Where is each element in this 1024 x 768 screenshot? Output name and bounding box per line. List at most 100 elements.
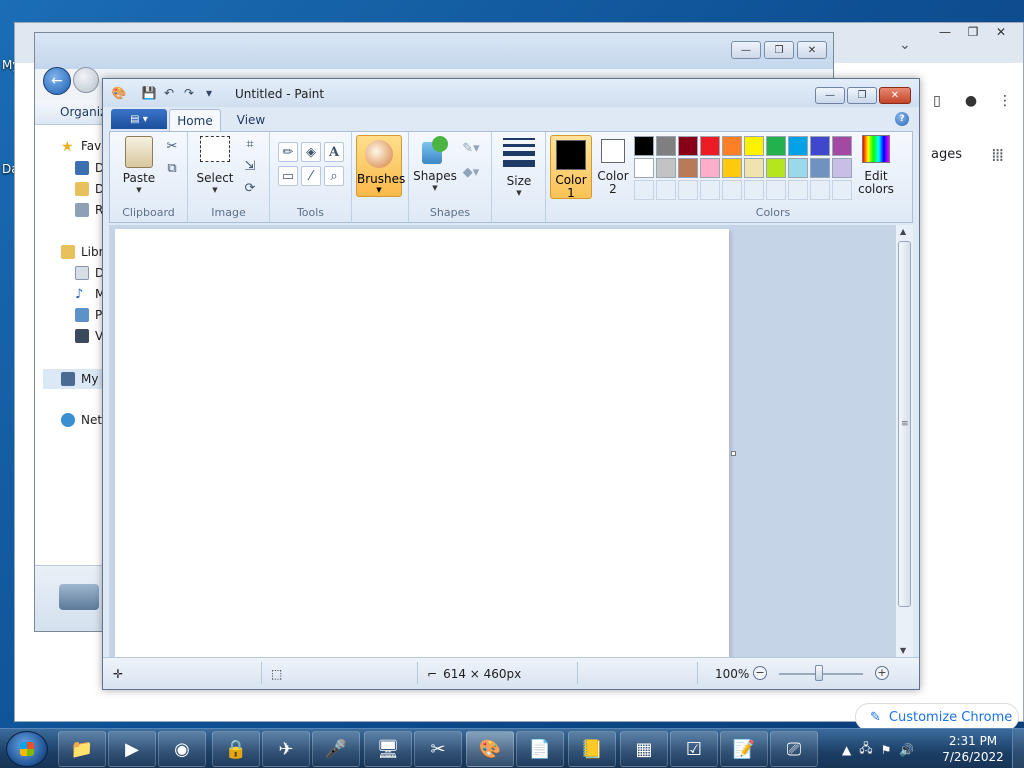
fill-icon[interactable]: ◈: [301, 142, 321, 162]
drawing-canvas[interactable]: [115, 229, 729, 657]
palette-swatch[interactable]: [656, 158, 676, 178]
palette-swatch[interactable]: [832, 158, 852, 178]
snipping-tool-taskbar-icon[interactable]: ✂: [414, 731, 462, 767]
palette-swatch[interactable]: [744, 136, 764, 156]
palette-swatch[interactable]: [700, 136, 720, 156]
palette-swatch-empty[interactable]: [634, 180, 654, 200]
text-icon[interactable]: A: [324, 142, 344, 162]
palette-swatch[interactable]: [788, 136, 808, 156]
send-taskbar-icon[interactable]: ✈: [262, 731, 310, 767]
tab-home[interactable]: Home: [169, 109, 221, 131]
media-player-taskbar-icon[interactable]: ▶: [108, 731, 156, 767]
size-button[interactable]: Size ▼: [498, 138, 540, 197]
palette-swatch-empty[interactable]: [832, 180, 852, 200]
zoom-slider-thumb[interactable]: [815, 665, 823, 681]
cut-icon[interactable]: ✂: [162, 136, 182, 156]
forward-button[interactable]: [73, 67, 99, 93]
explorer-close-button[interactable]: ✕: [797, 41, 827, 59]
profile-icon[interactable]: ●: [961, 91, 981, 111]
palette-swatch[interactable]: [634, 158, 654, 178]
palette-swatch[interactable]: [832, 136, 852, 156]
chrome-close-button[interactable]: ✕: [987, 23, 1015, 41]
undo-icon[interactable]: ↶: [161, 85, 177, 101]
sidepanel-icon[interactable]: ▯: [927, 91, 947, 111]
paint-app-icon[interactable]: 🎨: [111, 85, 127, 101]
palette-swatch[interactable]: [678, 136, 698, 156]
scroll-up-icon[interactable]: ▲: [900, 227, 906, 236]
explorer-maximize-button[interactable]: ❐: [764, 41, 794, 59]
task-manager-taskbar-icon[interactable]: ☑: [670, 731, 718, 767]
edit-colors-button[interactable]: Edit colors: [854, 135, 898, 196]
volume-icon[interactable]: 🔊: [899, 743, 914, 757]
palette-swatch-empty[interactable]: [678, 180, 698, 200]
brushes-button[interactable]: Brushes ▼: [356, 135, 405, 197]
rotate-icon[interactable]: ⟳: [240, 178, 260, 198]
customize-chrome-button[interactable]: ✎ Customize Chrome: [855, 703, 1019, 731]
organize-button[interactable]: Organiz: [60, 105, 106, 119]
remote-desktop-taskbar-icon[interactable]: 🖥: [364, 731, 412, 767]
vertical-scrollbar[interactable]: ▲ ≡ ▼: [895, 225, 913, 657]
help-icon[interactable]: ?: [895, 112, 909, 126]
redo-icon[interactable]: ↷: [181, 85, 197, 101]
eraser-icon[interactable]: ▭: [278, 166, 298, 186]
palette-swatch[interactable]: [700, 158, 720, 178]
back-button[interactable]: ←: [43, 67, 71, 95]
paint-menu-button[interactable]: ▤ ▾: [111, 109, 167, 129]
color2-button[interactable]: Color 2: [594, 135, 632, 196]
palette-swatch-empty[interactable]: [722, 180, 742, 200]
sidebar-item-recent[interactable]: R: [75, 203, 103, 217]
palette-swatch[interactable]: [788, 158, 808, 178]
paste-button[interactable]: Paste ▼: [118, 136, 160, 194]
select-button[interactable]: Select ▼: [194, 136, 236, 194]
explorer-minimize-button[interactable]: —: [731, 41, 761, 59]
palette-swatch[interactable]: [722, 136, 742, 156]
sidebar-item-documents[interactable]: D: [75, 266, 104, 280]
tab-view[interactable]: View: [227, 109, 275, 131]
projector-taskbar-icon[interactable]: ⎚: [770, 731, 818, 767]
paint-taskbar-icon[interactable]: 🎨: [466, 731, 514, 767]
resize-icon[interactable]: ⇲: [240, 156, 260, 176]
clock[interactable]: 2:31 PM 7/26/2022: [940, 733, 1006, 765]
palette-swatch-empty[interactable]: [700, 180, 720, 200]
save-icon[interactable]: 💾: [141, 85, 157, 101]
start-button[interactable]: [6, 731, 48, 767]
sidebar-item-downloads[interactable]: D: [75, 182, 104, 196]
sidebar-item-music[interactable]: ♪ M: [75, 287, 105, 302]
palette-swatch[interactable]: [744, 158, 764, 178]
zoom-in-button[interactable]: +: [875, 666, 889, 680]
zoom-out-button[interactable]: −: [753, 666, 767, 680]
sticky-notes-taskbar-icon[interactable]: 📒: [568, 731, 616, 767]
paint-maximize-button[interactable]: ❐: [847, 87, 877, 104]
palette-swatch-empty[interactable]: [788, 180, 808, 200]
network-tray-icon[interactable]: 🖧: [859, 739, 872, 760]
sidebar-item-favorites[interactable]: ★ Fav: [61, 139, 101, 155]
chrome-maximize-button[interactable]: ❐: [959, 23, 987, 41]
fill-shape-icon[interactable]: ◆▾: [461, 162, 481, 182]
images-link[interactable]: ages: [931, 147, 962, 162]
palette-swatch[interactable]: [634, 136, 654, 156]
shapes-button[interactable]: Shapes ▼: [413, 136, 457, 192]
palette-swatch[interactable]: [766, 136, 786, 156]
palette-swatch-empty[interactable]: [744, 180, 764, 200]
paint-minimize-button[interactable]: —: [815, 87, 845, 104]
tray-expand-icon[interactable]: ▲: [842, 743, 851, 757]
color-picker-icon[interactable]: ⁄: [301, 166, 321, 186]
action-center-flag-icon[interactable]: ⚑: [881, 743, 892, 757]
explorer-taskbar-icon[interactable]: 📁: [58, 731, 106, 767]
pencil-icon[interactable]: ✏: [278, 142, 298, 162]
palette-swatch[interactable]: [810, 136, 830, 156]
palette-swatch[interactable]: [810, 158, 830, 178]
microphone-taskbar-icon[interactable]: 🎤: [312, 731, 360, 767]
palette-swatch[interactable]: [722, 158, 742, 178]
palette-swatch-empty[interactable]: [766, 180, 786, 200]
palette-swatch[interactable]: [766, 158, 786, 178]
sidebar-item-network[interactable]: Net: [61, 413, 102, 427]
chevron-down-icon[interactable]: ⌄: [899, 37, 911, 53]
sidebar-item-pictures[interactable]: Pi: [75, 308, 105, 322]
control-panel-taskbar-icon[interactable]: ▦: [620, 731, 668, 767]
copy-icon[interactable]: ⧉: [162, 158, 182, 178]
color1-button[interactable]: Color 1: [550, 135, 592, 200]
crop-icon[interactable]: ⌗: [240, 134, 260, 154]
chrome-minimize-button[interactable]: —: [931, 23, 959, 41]
menu-dots-icon[interactable]: ⋮: [995, 91, 1015, 111]
